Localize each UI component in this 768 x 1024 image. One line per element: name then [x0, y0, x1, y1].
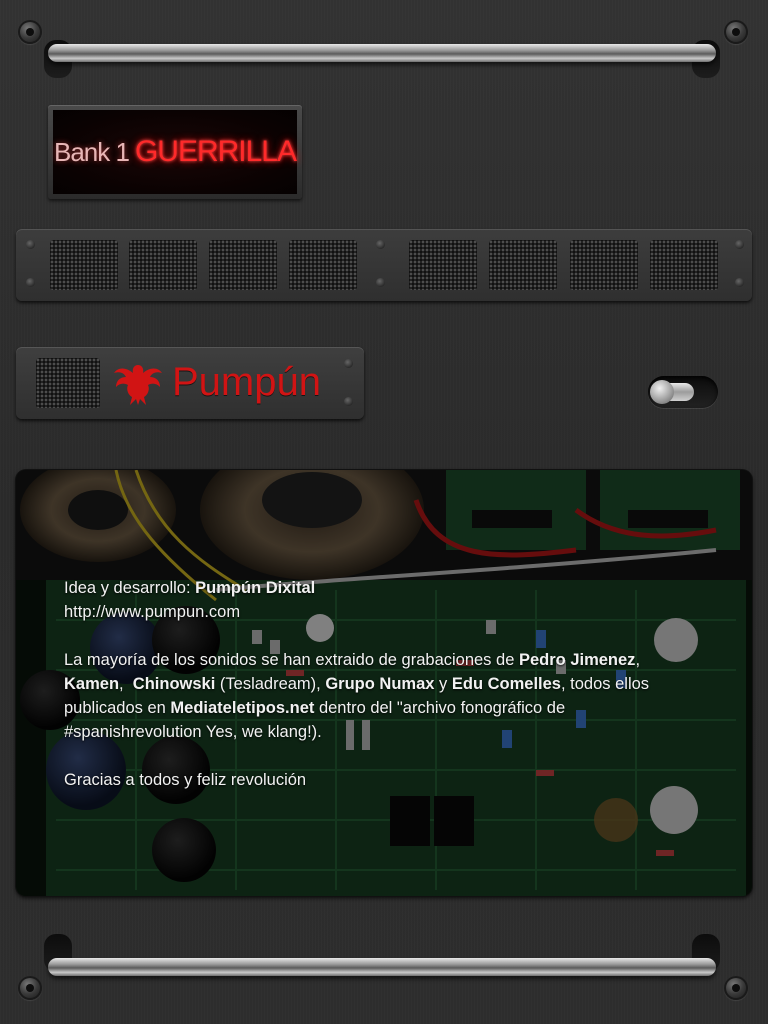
toggle-switch-icon: [650, 380, 674, 404]
power-toggle-switch[interactable]: [648, 376, 718, 408]
brand-logo: Pumpún: [112, 357, 321, 407]
preset-display[interactable]: Bank 1 GUERRILLA: [48, 105, 302, 199]
speaker-grille: [50, 240, 118, 290]
developer-url-link[interactable]: http://www.pumpun.com: [64, 603, 240, 621]
bottom-rack-handle: [44, 934, 720, 976]
speaker-grille: [489, 240, 557, 290]
bank-label: Bank 1: [53, 136, 130, 167]
speaker-grille: [36, 358, 100, 408]
sources-paragraph: La mayoría de los sonidos se han extraid…: [64, 651, 650, 741]
screw-icon: [724, 976, 748, 1000]
preset-name: GUERRILLA: [134, 135, 297, 168]
screw-icon: [18, 976, 42, 1000]
brand-panel: Pumpún: [16, 347, 364, 419]
bird-icon: [114, 365, 162, 405]
credits-window: Idea y desarrollo: Pumpún Dixital http:/…: [16, 470, 752, 896]
top-rack-handle: [44, 40, 720, 78]
screw-icon: [18, 20, 42, 44]
speaker-grille: [570, 240, 638, 290]
speaker-grille: [209, 240, 277, 290]
credits-paragraph: Idea y desarrollo: Pumpún Dixital http:/…: [64, 579, 316, 621]
credits-text: Idea y desarrollo: Pumpún Dixital http:/…: [64, 576, 704, 816]
screw-icon: [724, 20, 748, 44]
speaker-grille-panel: [16, 229, 752, 301]
speaker-grille: [650, 240, 718, 290]
brand-name: Pumpún: [172, 359, 321, 404]
speaker-grille: [289, 240, 357, 290]
speaker-grille: [409, 240, 477, 290]
mediateletipos-link: Mediateletipos.net: [170, 699, 315, 717]
thanks-paragraph: Gracias a todos y feliz revolución: [64, 771, 307, 789]
developer-name: Pumpún Dixital: [195, 579, 316, 597]
speaker-grille: [129, 240, 197, 290]
